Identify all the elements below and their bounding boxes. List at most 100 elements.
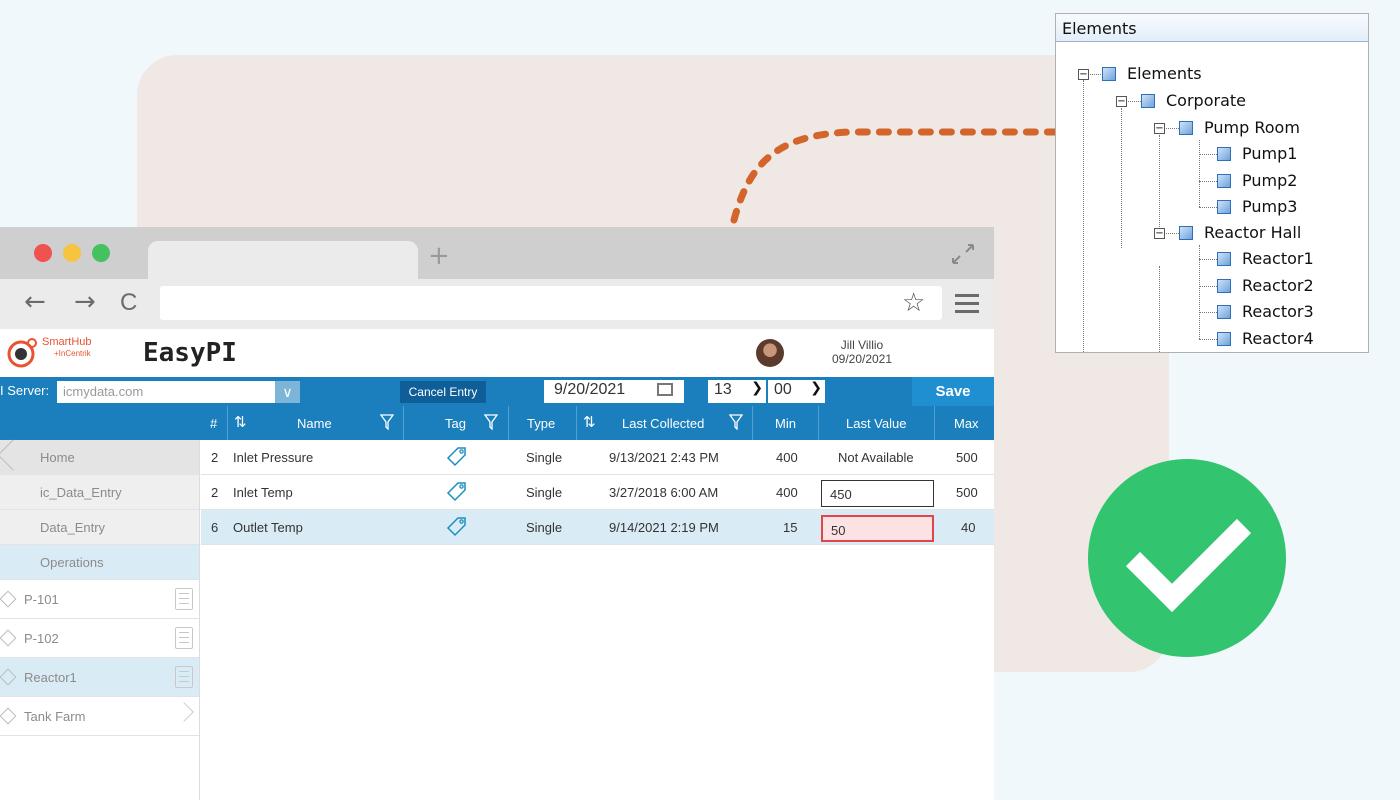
filter-icon[interactable] [484,414,498,430]
col-last-collected[interactable]: Last Collected [622,416,704,431]
row-type: Single [526,485,563,500]
asset-icon [0,668,17,686]
filter-icon[interactable] [729,414,743,430]
row-last-collected: 9/13/2021 2:43 PM [609,450,719,465]
sort-icon[interactable]: ⇅ [234,413,247,431]
collapse-toggle-icon[interactable]: − [1116,96,1127,107]
smarthub-logo-icon [7,338,37,368]
element-database-icon [1102,67,1116,81]
browser-navbar: ← → C ☆ [0,279,994,329]
row-max: 40 [961,520,976,535]
collapse-toggle-icon[interactable]: − [1154,123,1165,134]
col-max[interactable]: Max [954,416,979,431]
asset-label: Reactor1 [24,670,77,685]
chevron-down-icon: ❯ [810,380,822,396]
maximize-window-button[interactable] [92,244,110,262]
col-num[interactable]: # [210,416,217,431]
element-icon [1217,147,1231,161]
logo-sub: +InCentrik [54,349,91,358]
tree-node-corporate[interactable]: Corporate [1166,91,1246,110]
sidebar-asset-p101[interactable]: P-101 [0,580,199,619]
col-name[interactable]: Name [297,416,332,431]
last-value-input[interactable]: 450 [821,480,934,507]
tree-node-pump[interactable]: Pump1 [1242,144,1297,163]
col-tag[interactable]: Tag [445,416,466,431]
row-last-value: Not Available [838,450,914,465]
user-avatar[interactable] [756,339,784,367]
new-tab-button[interactable]: + [428,241,450,271]
tag-icon[interactable] [445,514,469,538]
row-type: Single [526,520,563,535]
browser-tab[interactable] [148,241,418,279]
tree-node-reactor[interactable]: Reactor1 [1242,249,1314,268]
tree-node-pump[interactable]: Pump2 [1242,171,1297,190]
asset-label: P-102 [24,631,59,646]
filter-icon[interactable] [380,414,394,430]
tree-node-pump-room[interactable]: Pump Room [1204,118,1300,137]
save-button[interactable]: Save [912,377,994,406]
document-icon[interactable] [175,666,193,688]
tree-node-pump[interactable]: Pump3 [1242,197,1297,216]
row-last-collected: 9/14/2021 2:19 PM [609,520,719,535]
asset-icon [0,629,17,647]
sidebar-item-label: Operations [40,555,104,570]
tree-node-root[interactable]: Elements [1127,64,1202,83]
document-icon[interactable] [175,588,193,610]
reload-icon[interactable]: C [120,289,137,317]
sidebar-item-ic-data-entry[interactable]: ic_Data_Entry [0,475,199,510]
tree-node-reactor-hall[interactable]: Reactor Hall [1204,223,1301,242]
element-icon [1217,332,1231,346]
server-dropdown-chevron-icon[interactable]: ∨ [275,381,300,403]
data-grid: 2 Inlet Pressure Single 9/13/2021 2:43 P… [201,440,994,545]
bookmark-star-icon[interactable]: ☆ [902,288,925,318]
chevron-right-icon[interactable] [174,702,194,722]
success-check-icon [1088,459,1286,657]
col-min[interactable]: Min [775,416,796,431]
tree-node-reactor[interactable]: Reactor4 [1242,329,1314,348]
row-num: 2 [211,485,219,500]
url-bar[interactable] [160,286,942,320]
calendar-icon[interactable] [657,383,673,396]
table-row[interactable]: 2 Inlet Pressure Single 9/13/2021 2:43 P… [201,440,994,475]
server-label: I Server: [0,383,50,398]
minute-select[interactable]: 00 ❯ [768,380,825,403]
collapse-toggle-icon[interactable]: − [1078,69,1089,80]
chevron-left-icon[interactable] [0,439,29,471]
server-input[interactable]: icmydata.com [57,381,275,403]
asset-label: Tank Farm [24,709,86,724]
col-last-value[interactable]: Last Value [846,416,906,431]
back-arrow-icon[interactable]: ← [24,287,46,317]
col-type[interactable]: Type [527,416,555,431]
sidebar-asset-p102[interactable]: P-102 [0,619,199,658]
element-icon [1217,174,1231,188]
row-name: Outlet Temp [233,520,303,535]
minimize-window-button[interactable] [63,244,81,262]
forward-arrow-icon[interactable]: → [74,287,96,317]
fullscreen-icon[interactable] [950,243,976,265]
document-icon[interactable] [175,627,193,649]
sidebar-item-home[interactable]: Home [0,439,199,475]
sidebar-item-operations[interactable]: Operations [0,545,199,580]
table-row[interactable]: 6 Outlet Temp Single 9/14/2021 2:19 PM 1… [201,510,994,545]
tree-node-reactor[interactable]: Reactor2 [1242,276,1314,295]
tag-icon[interactable] [445,479,469,503]
cancel-entry-button[interactable]: Cancel Entry [400,381,486,403]
last-value-input-error[interactable]: 50 [821,515,934,542]
sidebar-asset-tank-farm[interactable]: Tank Farm [0,697,199,736]
grid-header: # ⇅ Name Tag Type ⇅ Last Collected Min L… [0,406,994,440]
hamburger-menu-icon[interactable] [955,294,979,318]
sidebar-asset-reactor1[interactable]: Reactor1 [0,658,199,697]
table-row[interactable]: 2 Inlet Temp Single 3/27/2018 6:00 AM 40… [201,475,994,510]
tree-node-reactor[interactable]: Reactor3 [1242,302,1314,321]
asset-icon [0,590,17,608]
sort-icon[interactable]: ⇅ [583,413,596,431]
tag-icon[interactable] [445,444,469,468]
row-num: 2 [211,450,219,465]
hour-select[interactable]: 13 ❯ [708,380,766,403]
element-icon [1217,252,1231,266]
close-window-button[interactable] [34,244,52,262]
sidebar-item-label: ic_Data_Entry [40,485,122,500]
sidebar-item-data-entry[interactable]: Data_Entry [0,510,199,545]
collapse-toggle-icon[interactable]: − [1154,228,1165,239]
row-num: 6 [211,520,219,535]
